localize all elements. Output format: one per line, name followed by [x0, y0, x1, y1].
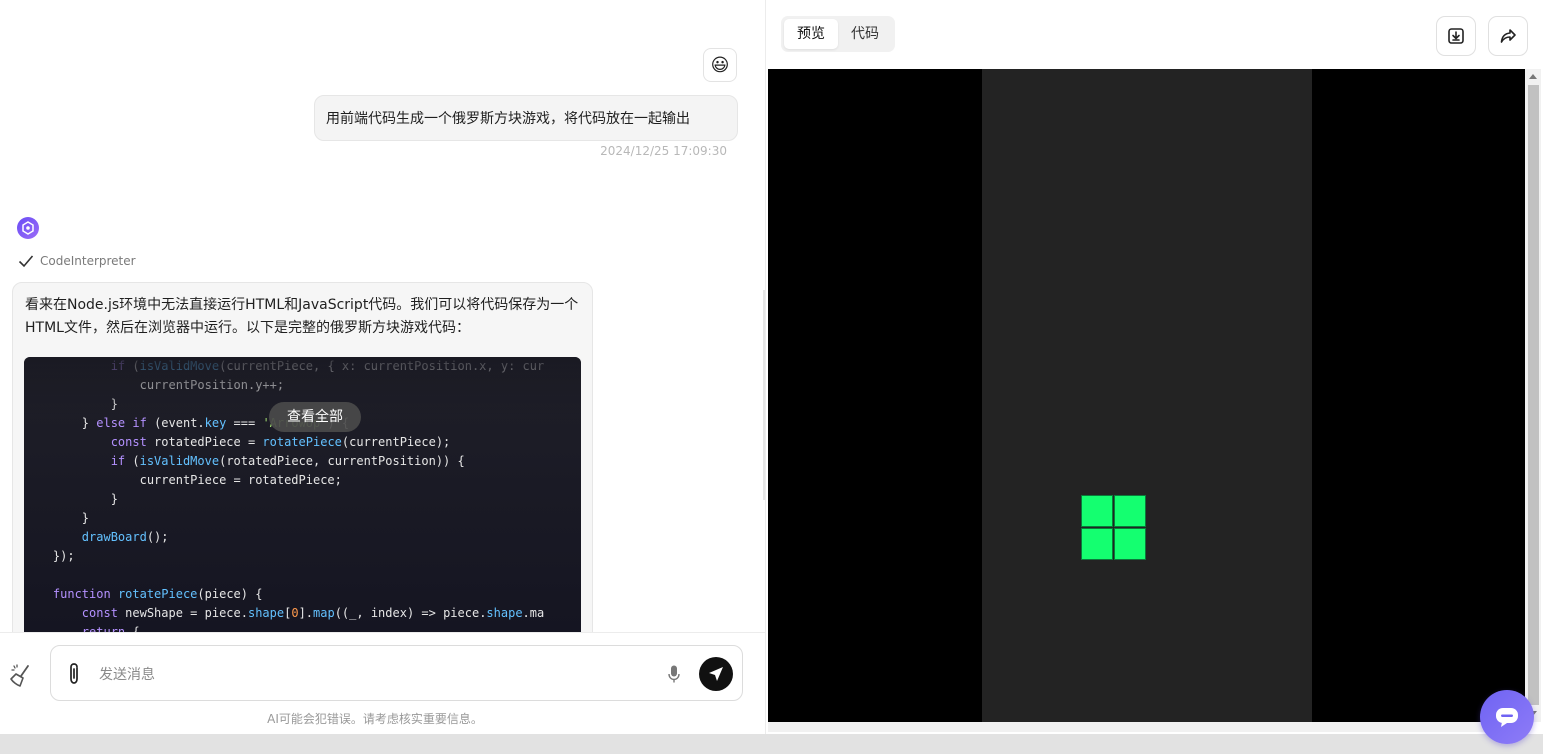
smiley-emoji-icon: 😃 [710, 54, 730, 76]
preview-pane: 预览 代码 [765, 0, 1543, 734]
tetris-board [982, 69, 1312, 722]
tool-name: CodeInterpreter [40, 254, 136, 268]
preview-vertical-scrollbar[interactable] [1525, 69, 1541, 722]
code-line: currentPiece = rotatedPiece; [24, 473, 342, 487]
code-line: if (isValidMove(rotatedPiece, currentPos… [110, 454, 465, 468]
tetromino-cell [1114, 495, 1146, 527]
paperclip-icon [70, 663, 78, 684]
view-all-button[interactable]: 查看全部 [269, 402, 361, 432]
scrollbar-thumb[interactable] [1528, 85, 1539, 705]
share-icon [1500, 29, 1516, 43]
message-input-box [50, 645, 743, 701]
input-area: AI可能会犯错误。请考虑核实重要信息。 [0, 632, 765, 734]
code-line: }); [24, 549, 75, 563]
code-line: drawBoard(); [81, 530, 169, 544]
broom-icon [10, 664, 29, 687]
attach-file-button[interactable] [61, 659, 87, 689]
code-line: } [24, 492, 118, 506]
view-toggle: 预览 代码 [781, 16, 895, 52]
microphone-icon [668, 665, 680, 683]
download-button[interactable] [1436, 16, 1476, 56]
send-button[interactable] [699, 657, 733, 691]
share-button[interactable] [1488, 16, 1528, 56]
tetromino-cell [1081, 495, 1113, 527]
code-line: const rotatedPiece = rotatePiece(current… [110, 435, 451, 449]
code-block[interactable]: if (isValidMove(currentPiece, { x: curre… [24, 357, 581, 657]
preview-horizontal-scrollbar[interactable] [768, 722, 1525, 732]
message-input[interactable] [97, 660, 661, 690]
bot-message-bubble: 看来在Node.js环境中无法直接运行HTML和JavaScript代码。我们可… [12, 282, 593, 662]
user-message-bubble: 用前端代码生成一个俄罗斯方块游戏，将代码放在一起输出 [314, 95, 738, 141]
scroll-up-arrow-icon[interactable] [1529, 74, 1537, 79]
chat-pane: 😃 用前端代码生成一个俄罗斯方块游戏，将代码放在一起输出 2024/12/25 … [0, 0, 765, 734]
emoji-reaction-button[interactable]: 😃 [703, 48, 737, 82]
bot-logo-icon [22, 221, 34, 235]
tetromino-cell [1081, 528, 1113, 560]
download-icon [1448, 28, 1464, 44]
checkmark-icon [18, 255, 34, 268]
disclaimer-text: AI可能会犯错误。请考虑核实重要信息。 [267, 712, 483, 726]
tool-status: CodeInterpreter [18, 252, 136, 270]
user-message-text: 用前端代码生成一个俄罗斯方块游戏，将代码放在一起输出 [326, 111, 690, 127]
code-line: const newShape = piece.shape[0].map((_, … [81, 606, 545, 620]
tab-code[interactable]: 代码 [838, 19, 892, 49]
code-line: } [24, 511, 90, 525]
bottom-bar [0, 734, 1543, 754]
voice-input-button[interactable] [663, 661, 685, 687]
bot-avatar [17, 217, 39, 239]
bot-message-text: 看来在Node.js环境中无法直接运行HTML和JavaScript代码。我们可… [25, 297, 579, 336]
message-timestamp: 2024/12/25 17:09:30 [600, 144, 727, 158]
tab-preview[interactable]: 预览 [784, 19, 838, 49]
code-line: function rotatePiece(piece) { [52, 587, 263, 601]
clear-chat-button[interactable] [6, 661, 36, 691]
code-line: if (isValidMove(currentPiece, { x: curre… [110, 359, 545, 373]
code-lines: if (isValidMove(currentPiece, { x: curre… [24, 357, 544, 642]
send-arrow-icon [709, 667, 723, 681]
game-preview-frame[interactable] [768, 69, 1525, 722]
chat-help-icon [1496, 708, 1518, 727]
help-chat-button[interactable] [1480, 690, 1534, 744]
code-line: currentPosition.y++; [24, 378, 285, 392]
tetromino-cell [1114, 528, 1146, 560]
